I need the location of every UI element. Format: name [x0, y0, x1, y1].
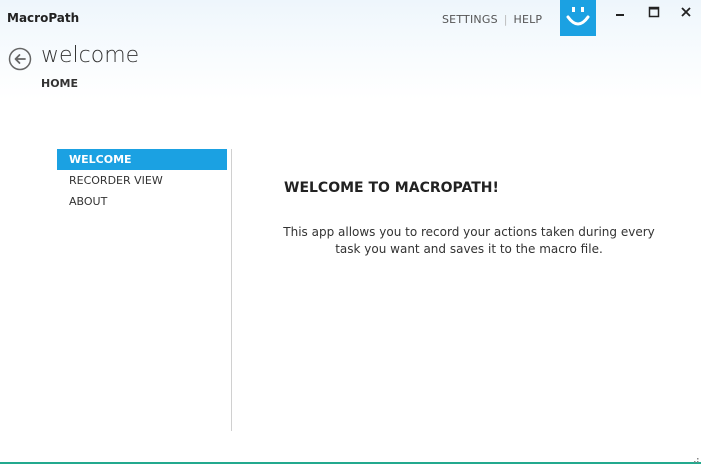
- help-link[interactable]: HELP: [513, 13, 542, 26]
- page-title: welcome: [41, 43, 140, 68]
- minimize-button[interactable]: [609, 3, 631, 21]
- close-icon: [681, 7, 691, 17]
- back-arrow-circle-icon: [8, 47, 32, 71]
- breadcrumb-home[interactable]: HOME: [41, 77, 78, 90]
- sidebar-item-about[interactable]: ABOUT: [57, 191, 227, 212]
- sidebar-nav: WELCOME RECORDER VIEW ABOUT: [57, 149, 227, 212]
- settings-link[interactable]: SETTINGS: [442, 13, 498, 26]
- maximize-button[interactable]: [643, 3, 665, 21]
- top-links: SETTINGS | HELP: [442, 13, 542, 26]
- sidebar-divider: [231, 149, 232, 431]
- content-body-text: This app allows you to record your actio…: [283, 225, 655, 256]
- minimize-icon: [616, 14, 624, 16]
- app-title: MacroPath: [7, 11, 80, 25]
- sidebar-item-recorder-view[interactable]: RECORDER VIEW: [57, 170, 227, 191]
- resize-grip-icon[interactable]: [689, 451, 699, 463]
- maximize-icon: [648, 6, 660, 18]
- back-button[interactable]: [8, 47, 32, 71]
- close-button[interactable]: [675, 3, 697, 21]
- app-window: MacroPath SETTINGS | HELP welcome HOME W…: [0, 0, 701, 464]
- smiley-face-icon: [560, 0, 596, 36]
- link-separator: |: [503, 13, 508, 26]
- content-heading: WELCOME TO MACROPATH!: [284, 180, 499, 196]
- sidebar-item-welcome[interactable]: WELCOME: [57, 149, 227, 170]
